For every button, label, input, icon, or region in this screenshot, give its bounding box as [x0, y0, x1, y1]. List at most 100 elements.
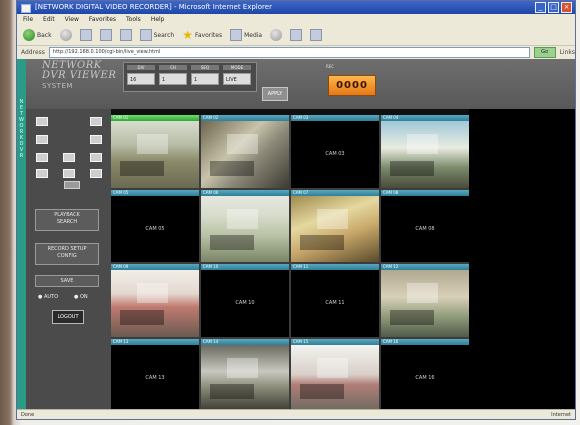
ptz-focus-near-button[interactable]	[36, 169, 48, 178]
camera-tile[interactable]: CAM 06	[201, 189, 289, 262]
camera-tile[interactable]: CAM 12	[381, 264, 469, 337]
print-icon[interactable]	[310, 29, 323, 41]
camera-tile[interactable]: CAM 15	[291, 338, 379, 411]
history-icon[interactable]	[270, 29, 283, 41]
menu-favorites[interactable]: Favorites	[89, 14, 116, 25]
media-button[interactable]: Media	[230, 29, 262, 41]
scene-detail	[209, 384, 254, 400]
camera-tile[interactable]: CAM 16 CAM 16	[381, 338, 469, 411]
no-signal-text: CAM 10	[235, 300, 255, 307]
no-signal-text: CAM 16	[415, 374, 435, 381]
record-setup-label: RECORD SETUP	[47, 246, 87, 252]
ptz-center-button[interactable]	[63, 153, 75, 162]
ptz-focus-far-button[interactable]	[90, 169, 102, 178]
apply-button[interactable]: APPLY	[262, 87, 288, 101]
window-title: [NETWORK DIGITAL VIDEO RECORDER] - Micro…	[35, 3, 272, 11]
search-button[interactable]: Search	[139, 29, 175, 41]
config-sub-label: CONFIG	[57, 253, 77, 259]
camera-tile[interactable]: CAM 11 CAM 11	[291, 264, 379, 337]
on-radio[interactable]: ● ON	[74, 294, 88, 300]
mode-select[interactable]: LIVE	[223, 73, 251, 85]
scene-detail	[317, 208, 349, 229]
ptz-up-left-button[interactable]	[36, 117, 48, 126]
camera-feed	[381, 270, 469, 337]
playback-search-button[interactable]: PLAYBACK SEARCH	[35, 209, 99, 231]
camera-tile[interactable]: CAM 04	[381, 115, 469, 188]
menu-edit[interactable]: Edit	[43, 14, 55, 25]
control-header-seq: SEQ	[191, 65, 219, 70]
search-icon	[139, 29, 152, 41]
menu-file[interactable]: File	[23, 14, 33, 25]
right-empty-area	[469, 109, 575, 411]
no-signal-area: CAM 10	[201, 270, 289, 337]
save-button[interactable]: SAVE	[35, 275, 99, 287]
camera-feed	[111, 121, 199, 188]
home-icon[interactable]	[119, 29, 132, 41]
mail-icon[interactable]	[290, 29, 303, 41]
title-bar: [NETWORK DIGITAL VIDEO RECORDER] - Micro…	[17, 1, 575, 14]
camera-feed	[201, 121, 289, 188]
camera-tile[interactable]: CAM 03 CAM 03	[291, 115, 379, 188]
ptz-preset-button[interactable]	[64, 181, 80, 189]
links-label[interactable]: Links	[560, 49, 575, 56]
ptz-zoom-in-button[interactable]	[90, 153, 102, 162]
menu-tools[interactable]: Tools	[126, 14, 141, 25]
maximize-button[interactable]: □	[548, 2, 559, 13]
top-band: NETWORK DVR VIEWER SYSTEM DIV CH SEQ MOD…	[26, 59, 575, 109]
no-signal-text: CAM 03	[325, 151, 345, 158]
control-header-div: DIV	[127, 65, 155, 70]
scene-detail	[119, 309, 164, 325]
camera-tile[interactable]: CAM 09	[111, 264, 199, 337]
camera-tile[interactable]: CAM 14	[201, 338, 289, 411]
channel-select[interactable]: 1	[159, 73, 187, 85]
ie-icon	[21, 4, 31, 13]
division-select[interactable]: 16	[127, 73, 155, 85]
toolbar: Back Search ★ Favorites Media	[17, 25, 575, 46]
favorites-button[interactable]: ★ Favorites	[182, 29, 222, 41]
scene-detail	[317, 357, 349, 378]
green-strip-text: N E T W O R K D V R	[19, 99, 24, 159]
scene-detail	[407, 134, 439, 155]
record-setup-button[interactable]: RECORD SETUP CONFIG	[35, 243, 99, 265]
camera-tile[interactable]: CAM 08 CAM 08	[381, 189, 469, 262]
minimize-button[interactable]: _	[535, 2, 546, 13]
ptz-zoom-out-button[interactable]	[36, 153, 48, 162]
app-logo: NETWORK DVR VIEWER SYSTEM	[42, 61, 116, 91]
go-button[interactable]: Go	[533, 47, 556, 58]
forward-icon[interactable]	[59, 29, 72, 41]
camera-tile[interactable]: CAM 10 CAM 10	[201, 264, 289, 337]
camera-tile[interactable]: CAM 13 CAM 13	[111, 338, 199, 411]
menu-view[interactable]: View	[65, 14, 79, 25]
status-bar: Done Internet	[17, 409, 575, 419]
camera-feed	[381, 121, 469, 188]
search-label: Search	[153, 31, 175, 39]
camera-tile[interactable]: CAM 05 CAM 05	[111, 189, 199, 262]
ptz-left-button[interactable]	[36, 135, 48, 144]
camera-tile[interactable]: CAM 01	[111, 115, 199, 188]
refresh-icon[interactable]	[99, 29, 112, 41]
status-text: Done	[21, 412, 35, 418]
scene-detail	[389, 309, 434, 325]
favorites-label: Favorites	[194, 31, 223, 39]
address-input[interactable]: http://192.168.0.100/cgi-bin/live_view.h…	[48, 47, 530, 58]
control-header-ch: CH	[159, 65, 187, 70]
ptz-right-button[interactable]	[90, 135, 102, 144]
logout-button[interactable]: LOGOUT	[52, 310, 84, 324]
camera-tile[interactable]: CAM 02	[201, 115, 289, 188]
scene-detail	[299, 384, 344, 400]
stop-icon[interactable]	[79, 29, 92, 41]
camera-grid: CAM 01 CAM 02 CAM 03 CAM 03 CAM 04 CAM 05 CAM …	[111, 115, 469, 411]
control-header-mode: MODE	[223, 65, 251, 70]
back-button[interactable]: Back	[23, 29, 52, 41]
side-panel: PLAYBACK SEARCH RECORD SETUP CONFIG SAVE…	[26, 109, 111, 411]
media-label: Media	[244, 31, 263, 39]
scene-detail	[227, 134, 259, 155]
scene-detail	[299, 235, 344, 251]
ptz-up-right-button[interactable]	[90, 117, 102, 126]
ptz-focus-button[interactable]	[63, 169, 75, 178]
auto-radio[interactable]: ● AUTO	[38, 294, 58, 300]
sequence-select[interactable]: 1	[191, 73, 219, 85]
close-button[interactable]: ×	[561, 2, 572, 13]
camera-tile[interactable]: CAM 07	[291, 189, 379, 262]
menu-help[interactable]: Help	[151, 14, 165, 25]
